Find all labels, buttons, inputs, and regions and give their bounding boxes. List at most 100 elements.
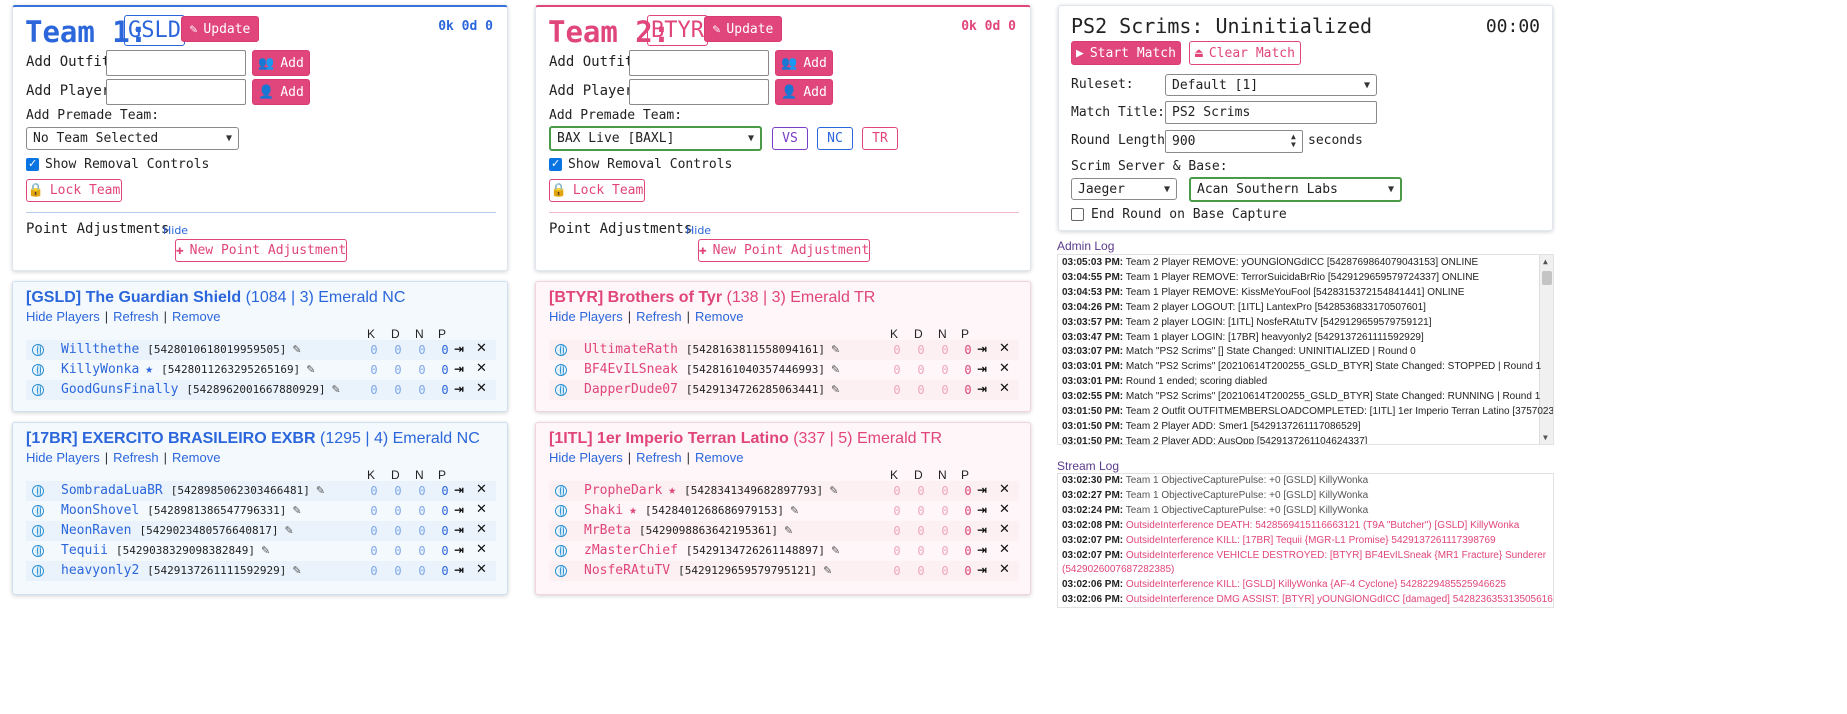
end-round-checkbox[interactable] bbox=[1071, 208, 1084, 221]
move-out-icon[interactable]: ⇥ bbox=[454, 503, 464, 517]
pencil-icon[interactable]: ✎ bbox=[292, 504, 301, 517]
team2-add-outfit-input[interactable] bbox=[629, 50, 769, 76]
team2-point-adjustments-hide-link[interactable]: Hide bbox=[686, 224, 711, 237]
stream-log[interactable]: 03:02:30 PM: Team 1 ObjectiveCapturePuls… bbox=[1057, 473, 1554, 608]
remove-player-icon[interactable]: ✕ bbox=[476, 482, 487, 497]
outfit-hide-players-link[interactable]: Hide Players bbox=[26, 309, 100, 324]
match-title-input[interactable]: PS2 Scrims bbox=[1165, 101, 1377, 124]
move-out-icon[interactable]: ⇥ bbox=[454, 543, 464, 557]
move-out-icon[interactable]: ⇥ bbox=[454, 563, 464, 577]
move-out-icon[interactable]: ⇥ bbox=[454, 362, 464, 376]
remove-player-icon[interactable]: ✕ bbox=[999, 482, 1010, 497]
outfit-remove-link[interactable]: Remove bbox=[695, 309, 743, 324]
move-out-icon[interactable]: ⇥ bbox=[977, 342, 987, 356]
team2-faction-tr-button[interactable]: TR bbox=[862, 127, 898, 150]
move-out-icon[interactable]: ⇥ bbox=[454, 483, 464, 497]
remove-player-icon[interactable]: ✕ bbox=[999, 522, 1010, 537]
remove-player-icon[interactable]: ✕ bbox=[476, 542, 487, 557]
outfit-hide-players-link[interactable]: Hide Players bbox=[26, 450, 100, 465]
outfit-hide-players-link[interactable]: Hide Players bbox=[549, 450, 623, 465]
outfit-remove-link[interactable]: Remove bbox=[172, 309, 220, 324]
pencil-icon[interactable]: ✎ bbox=[831, 544, 840, 557]
outfit-refresh-link[interactable]: Refresh bbox=[113, 309, 159, 324]
team1-lock-button[interactable]: 🔒 Lock Team bbox=[26, 179, 122, 202]
move-out-icon[interactable]: ⇥ bbox=[977, 523, 987, 537]
scroll-down-icon[interactable]: ▼ bbox=[1543, 433, 1548, 442]
admin-log[interactable]: ▲ ▼ 03:05:03 PM: Team 2 Player REMOVE: y… bbox=[1057, 254, 1554, 445]
team2-add-player-input[interactable] bbox=[629, 79, 769, 105]
remove-player-icon[interactable]: ✕ bbox=[999, 502, 1010, 517]
team1-add-outfit-button[interactable]: 👥 Add bbox=[252, 50, 310, 76]
team1-add-outfit-input[interactable] bbox=[106, 50, 246, 76]
team1-tag-input[interactable]: GSLD bbox=[124, 15, 185, 46]
pencil-icon[interactable]: ✎ bbox=[331, 383, 340, 396]
team1-add-player-button[interactable]: 👤 Add bbox=[252, 79, 310, 105]
move-out-icon[interactable]: ⇥ bbox=[454, 382, 464, 396]
clear-match-button[interactable]: ⏏ Clear Match bbox=[1189, 41, 1301, 65]
outfit-remove-link[interactable]: Remove bbox=[172, 450, 220, 465]
round-length-input[interactable]: 900 bbox=[1165, 130, 1303, 153]
team2-faction-vs-button[interactable]: VS bbox=[772, 127, 808, 150]
remove-player-icon[interactable]: ✕ bbox=[476, 341, 487, 356]
move-out-icon[interactable]: ⇥ bbox=[977, 503, 987, 517]
ruleset-select[interactable]: Default [1] ▼ bbox=[1165, 74, 1377, 96]
move-out-icon[interactable]: ⇥ bbox=[454, 523, 464, 537]
pencil-icon[interactable]: ✎ bbox=[790, 504, 799, 517]
base-select[interactable]: Acan Southern Labs ▼ bbox=[1189, 177, 1402, 202]
team2-add-player-button[interactable]: 👤 Add bbox=[775, 79, 833, 105]
outfit-remove-link[interactable]: Remove bbox=[695, 450, 743, 465]
outfit-refresh-link[interactable]: Refresh bbox=[113, 450, 159, 465]
move-out-icon[interactable]: ⇥ bbox=[977, 483, 987, 497]
remove-player-icon[interactable]: ✕ bbox=[999, 542, 1010, 557]
team1-point-adjustments-hide-link[interactable]: Hide bbox=[163, 224, 188, 237]
admin-log-scroll-thumb[interactable] bbox=[1542, 271, 1552, 285]
outfit-hide-players-link[interactable]: Hide Players bbox=[549, 309, 623, 324]
remove-player-icon[interactable]: ✕ bbox=[476, 502, 487, 517]
team2-new-point-adjustment-button[interactable]: ✚ New Point Adjustment bbox=[698, 239, 870, 262]
team2-faction-nc-button[interactable]: NC bbox=[817, 127, 853, 150]
team1-premade-select[interactable]: No Team Selected ▼ bbox=[26, 127, 239, 150]
pencil-icon[interactable]: ✎ bbox=[784, 524, 793, 537]
remove-player-icon[interactable]: ✕ bbox=[476, 381, 487, 396]
team1-new-point-adjustment-button[interactable]: ✚ New Point Adjustment bbox=[175, 239, 347, 262]
team2-update-button[interactable]: ✎ Update bbox=[704, 16, 782, 42]
pencil-icon[interactable]: ✎ bbox=[306, 363, 315, 376]
outfit-refresh-link[interactable]: Refresh bbox=[636, 309, 682, 324]
outfit-refresh-link[interactable]: Refresh bbox=[636, 450, 682, 465]
team1-update-button[interactable]: ✎ Update bbox=[181, 16, 259, 42]
remove-player-icon[interactable]: ✕ bbox=[999, 341, 1010, 356]
pencil-icon[interactable]: ✎ bbox=[831, 383, 840, 396]
log-time: 03:01:50 PM: bbox=[1062, 420, 1124, 432]
remove-player-icon[interactable]: ✕ bbox=[999, 361, 1010, 376]
pencil-icon[interactable]: ✎ bbox=[823, 564, 832, 577]
team2-lock-button[interactable]: 🔒 Lock Team bbox=[549, 179, 645, 202]
move-out-icon[interactable]: ⇥ bbox=[977, 543, 987, 557]
move-out-icon[interactable]: ⇥ bbox=[454, 342, 464, 356]
remove-player-icon[interactable]: ✕ bbox=[476, 361, 487, 376]
pencil-icon[interactable]: ✎ bbox=[829, 484, 838, 497]
pencil-icon[interactable]: ✎ bbox=[316, 484, 325, 497]
pencil-icon[interactable]: ✎ bbox=[285, 524, 294, 537]
team1-add-player-input[interactable] bbox=[106, 79, 246, 105]
team2-premade-select[interactable]: BAX Live [BAXL] ▼ bbox=[549, 126, 762, 151]
team2-add-outfit-button[interactable]: 👥 Add bbox=[775, 50, 833, 76]
round-length-stepper[interactable]: ▲ ▼ bbox=[1291, 133, 1296, 149]
move-out-icon[interactable]: ⇥ bbox=[977, 382, 987, 396]
pencil-icon[interactable]: ✎ bbox=[292, 564, 301, 577]
start-match-button[interactable]: ▶ Start Match bbox=[1071, 41, 1181, 65]
pencil-icon[interactable]: ✎ bbox=[831, 363, 840, 376]
move-out-icon[interactable]: ⇥ bbox=[977, 563, 987, 577]
team2-tag-input[interactable]: BTYR bbox=[647, 15, 708, 46]
move-out-icon[interactable]: ⇥ bbox=[977, 362, 987, 376]
pencil-icon[interactable]: ✎ bbox=[261, 544, 270, 557]
server-select[interactable]: Jaeger ▼ bbox=[1071, 178, 1177, 200]
team1-show-removal-checkbox[interactable] bbox=[26, 157, 39, 171]
remove-player-icon[interactable]: ✕ bbox=[476, 562, 487, 577]
pencil-icon[interactable]: ✎ bbox=[831, 343, 840, 356]
team2-show-removal-checkbox[interactable] bbox=[549, 157, 562, 171]
scroll-up-icon[interactable]: ▲ bbox=[1543, 257, 1548, 266]
pencil-icon[interactable]: ✎ bbox=[292, 343, 301, 356]
remove-player-icon[interactable]: ✕ bbox=[999, 562, 1010, 577]
remove-player-icon[interactable]: ✕ bbox=[999, 381, 1010, 396]
remove-player-icon[interactable]: ✕ bbox=[476, 522, 487, 537]
